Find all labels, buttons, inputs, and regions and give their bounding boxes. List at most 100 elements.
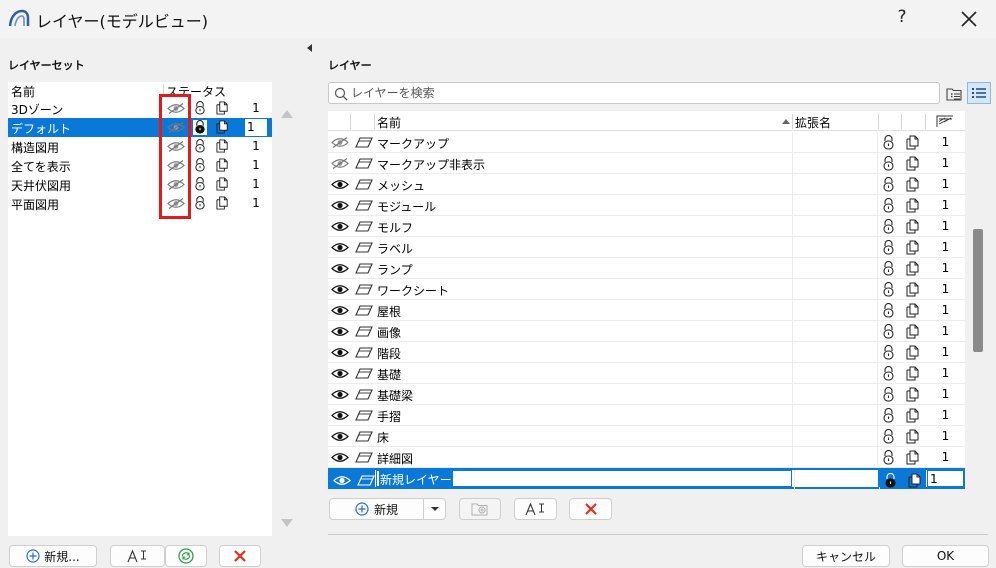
lock-icon[interactable] (194, 139, 206, 153)
page-copy-icon[interactable] (906, 429, 921, 444)
lock-icon[interactable] (882, 429, 895, 444)
layers-scrollbar-thumb[interactable] (973, 229, 983, 352)
scroll-down-arrow-icon[interactable] (281, 519, 293, 527)
extension-cell[interactable] (792, 447, 878, 468)
page-copy-icon[interactable] (906, 408, 921, 423)
page-copy-icon[interactable] (216, 196, 230, 210)
lock-icon[interactable] (882, 324, 895, 339)
layer-row[interactable]: 手摺 1 (328, 405, 965, 426)
pen-number[interactable]: 1 (926, 177, 965, 191)
new-layer-row[interactable]: 新規レイヤー 1 (328, 468, 965, 489)
extension-cell[interactable] (792, 258, 878, 279)
layer-row[interactable]: 屋根 1 (328, 300, 965, 321)
layer-row[interactable]: 基礎 1 (328, 363, 965, 384)
page-copy-icon[interactable] (216, 120, 230, 134)
extension-cell[interactable] (792, 132, 878, 153)
cancel-button[interactable]: キャンセル (802, 545, 890, 567)
page-copy-icon[interactable] (906, 450, 921, 465)
layer-set-row[interactable]: 3Dゾーン 1 (8, 99, 272, 118)
lock-icon[interactable] (194, 101, 206, 115)
extension-cell[interactable] (792, 279, 878, 300)
layer-row[interactable]: マークアップ非表示 1 (328, 153, 965, 174)
extension-cell[interactable] (792, 237, 878, 258)
refresh-button[interactable] (165, 545, 207, 567)
extension-cell[interactable] (794, 470, 880, 489)
layer-row[interactable]: モジュール 1 (328, 195, 965, 216)
eye-icon[interactable] (331, 241, 349, 254)
extension-cell[interactable] (792, 174, 878, 195)
eye-icon[interactable] (331, 430, 349, 443)
eye-hidden-icon[interactable] (331, 136, 349, 149)
page-copy-icon[interactable] (906, 135, 921, 150)
layer-search-box[interactable] (328, 82, 940, 104)
eye-icon[interactable] (331, 325, 349, 338)
eye-icon[interactable] (331, 304, 349, 317)
page-copy-icon[interactable] (906, 387, 921, 402)
eye-icon[interactable] (331, 262, 349, 275)
column-divider[interactable] (374, 114, 375, 129)
eye-icon[interactable] (331, 220, 349, 233)
pen-number[interactable]: 1 (926, 366, 965, 380)
pen-number[interactable]: 1 (926, 408, 965, 422)
eye-icon[interactable] (331, 178, 349, 191)
extension-cell[interactable] (792, 216, 878, 237)
lock-icon[interactable] (882, 177, 895, 192)
column-divider[interactable] (878, 114, 879, 129)
layer-row[interactable]: マークアップ 1 (328, 132, 965, 153)
extension-cell[interactable] (792, 426, 878, 447)
pen-number[interactable]: 1 (926, 324, 965, 338)
pen-number[interactable]: 1 (244, 158, 268, 172)
page-copy-icon[interactable] (906, 261, 921, 276)
pen-number[interactable]: 1 (244, 139, 268, 153)
pen-number[interactable]: 1 (926, 198, 965, 212)
page-copy-icon[interactable] (906, 324, 921, 339)
pen-number[interactable]: 1 (926, 303, 965, 317)
page-copy-icon[interactable] (216, 177, 230, 191)
pen-number[interactable]: 1 (244, 118, 268, 137)
lock-icon[interactable] (882, 240, 895, 255)
folder-add-button[interactable] (459, 498, 501, 520)
layer-set-row[interactable]: 全てを表示 1 (8, 156, 272, 175)
lock-icon[interactable] (882, 156, 895, 171)
page-copy-icon[interactable] (906, 198, 921, 213)
layer-row[interactable]: ワークシート 1 (328, 279, 965, 300)
pen-hatch-icon[interactable] (936, 115, 954, 128)
pen-number[interactable]: 1 (926, 387, 965, 401)
column-header-name[interactable]: 名前 (11, 83, 35, 100)
pen-number[interactable]: 1 (926, 240, 965, 254)
column-divider[interactable] (792, 114, 793, 129)
page-copy-icon[interactable] (216, 158, 230, 172)
layer-row[interactable]: ラベル 1 (328, 237, 965, 258)
column-divider[interactable] (350, 114, 351, 129)
lock-icon[interactable] (882, 450, 895, 465)
pen-number[interactable]: 1 (926, 450, 965, 464)
eye-icon[interactable] (331, 388, 349, 401)
extension-cell[interactable] (792, 195, 878, 216)
layer-set-row[interactable]: デフォルト 1 (8, 118, 272, 137)
column-divider[interactable] (925, 114, 926, 129)
page-copy-icon[interactable] (906, 282, 921, 297)
layer-row[interactable]: ランプ 1 (328, 258, 965, 279)
eye-icon[interactable] (331, 367, 349, 380)
collapse-panel-arrow-icon[interactable] (307, 44, 312, 52)
pen-number[interactable]: 1 (926, 135, 965, 149)
help-button[interactable]: ? (892, 7, 912, 29)
scroll-up-arrow-icon[interactable] (281, 110, 293, 118)
page-copy-icon[interactable] (906, 240, 921, 255)
layer-row[interactable]: モルフ 1 (328, 216, 965, 237)
pen-number[interactable]: 1 (926, 156, 965, 170)
layer-row[interactable]: 基礎梁 1 (328, 384, 965, 405)
ok-button[interactable]: OK (902, 545, 989, 567)
lock-icon[interactable] (194, 177, 206, 191)
lock-icon[interactable] (882, 387, 895, 402)
column-header-name[interactable]: 名前 (377, 114, 401, 131)
pen-number[interactable]: 1 (244, 101, 268, 115)
page-copy-icon[interactable] (906, 156, 921, 171)
pen-number[interactable]: 1 (926, 345, 965, 359)
pen-number[interactable]: 1 (927, 470, 965, 487)
extension-cell[interactable] (792, 363, 878, 384)
page-copy-icon[interactable] (906, 219, 921, 234)
layer-row[interactable]: 床1 (328, 426, 965, 447)
eye-icon[interactable] (331, 409, 349, 422)
lock-icon[interactable] (882, 135, 895, 150)
